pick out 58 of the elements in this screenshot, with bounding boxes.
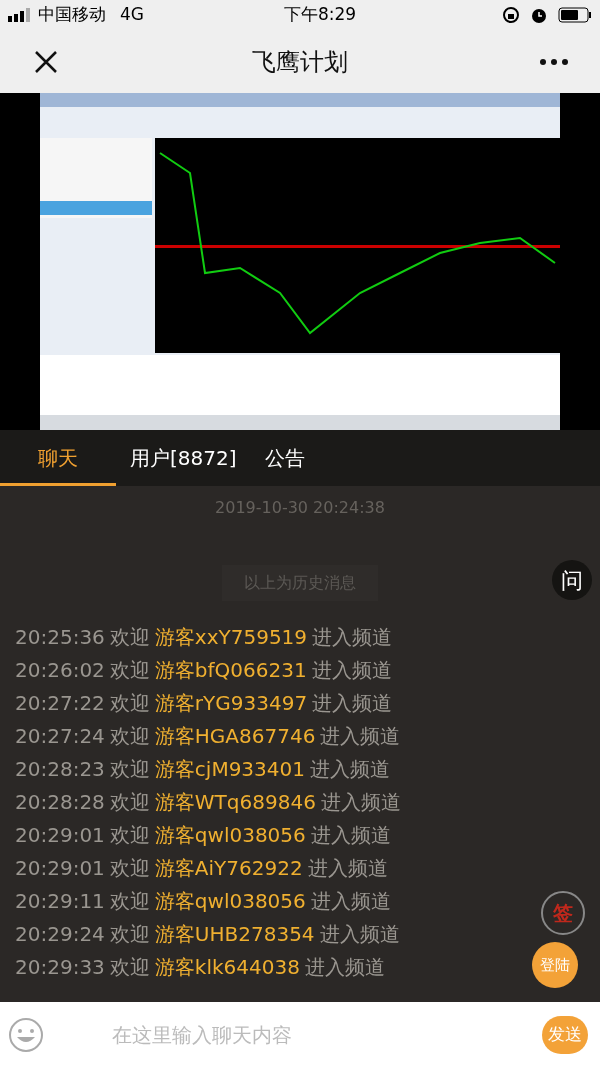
network-type: 4G <box>120 3 144 27</box>
message-text: 进入频道 <box>312 690 393 717</box>
username[interactable]: 游客AiY762922 <box>154 854 303 882</box>
username[interactable]: 游客xxY759519 <box>154 623 308 651</box>
message-text: 欢迎 <box>109 822 150 849</box>
message-time: 20:25:36 <box>15 624 105 651</box>
message-time: 20:27:22 <box>15 690 105 717</box>
message-text: 欢迎 <box>109 954 150 981</box>
tab[interactable]: 聊天 <box>0 430 116 486</box>
message-text: 欢迎 <box>109 789 150 816</box>
close-icon <box>34 49 58 74</box>
tab[interactable]: 公告 <box>250 430 319 486</box>
chat-timestamp: 2019-10-30 20:24:38 <box>215 497 385 519</box>
message-text: 进入频道 <box>312 624 393 651</box>
username[interactable]: 游客qwl038056 <box>154 821 306 849</box>
message-text: 欢迎 <box>109 855 150 882</box>
username[interactable]: 游客UHB278354 <box>154 920 315 948</box>
carrier-name: 中国移动 <box>38 3 106 27</box>
message-text: 进入频道 <box>310 888 391 915</box>
message-text: 欢迎 <box>109 921 150 948</box>
message-time: 20:27:24 <box>15 723 105 750</box>
message-time: 20:28:28 <box>15 789 105 816</box>
message-time: 20:28:23 <box>15 756 105 783</box>
message-text: 欢迎 <box>109 756 150 783</box>
message-time: 20:29:01 <box>15 855 105 882</box>
tab[interactable]: 用户[8872] <box>116 430 251 486</box>
message-text: 欢迎 <box>109 624 150 651</box>
username[interactable]: 游客qwl038056 <box>154 887 306 915</box>
username[interactable]: 游客cjM933401 <box>154 755 305 783</box>
username[interactable]: 游客WTq689846 <box>154 788 316 816</box>
message-text: 欢迎 <box>109 690 150 717</box>
username[interactable]: 游客klk644038 <box>154 953 300 981</box>
clock: 下午8:29 <box>284 3 357 27</box>
message-text: 进入频道 <box>311 657 392 684</box>
message-time: 20:29:01 <box>15 822 105 849</box>
message-time: 20:29:33 <box>15 954 105 981</box>
message-text: 欢迎 <box>109 657 150 684</box>
message-time: 20:29:11 <box>15 888 105 915</box>
message-text: 进入频道 <box>307 855 388 882</box>
message-text: 进入频道 <box>320 723 401 750</box>
username[interactable]: 游客rYG933497 <box>154 689 308 717</box>
message-text: 欢迎 <box>109 888 150 915</box>
message-text: 欢迎 <box>109 723 150 750</box>
more-icon <box>540 58 568 65</box>
rotation-lock-icon <box>502 6 520 24</box>
message-text: 进入频道 <box>310 756 390 783</box>
message-text: 进入频道 <box>320 789 401 816</box>
battery-icon <box>558 7 592 23</box>
message-time: 20:29:24 <box>15 921 105 948</box>
message-text: 进入频道 <box>310 822 391 849</box>
username[interactable]: 游客bfQ066231 <box>154 656 307 684</box>
alarm-icon <box>530 6 548 24</box>
message-time: 20:26:02 <box>15 657 105 684</box>
ask-button[interactable]: 问 <box>552 560 592 600</box>
message-text: 进入频道 <box>304 954 385 981</box>
username[interactable]: 游客HGA867746 <box>154 722 316 750</box>
message-text: 进入频道 <box>319 921 400 948</box>
page-title: 飞鹰计划 <box>251 46 349 78</box>
